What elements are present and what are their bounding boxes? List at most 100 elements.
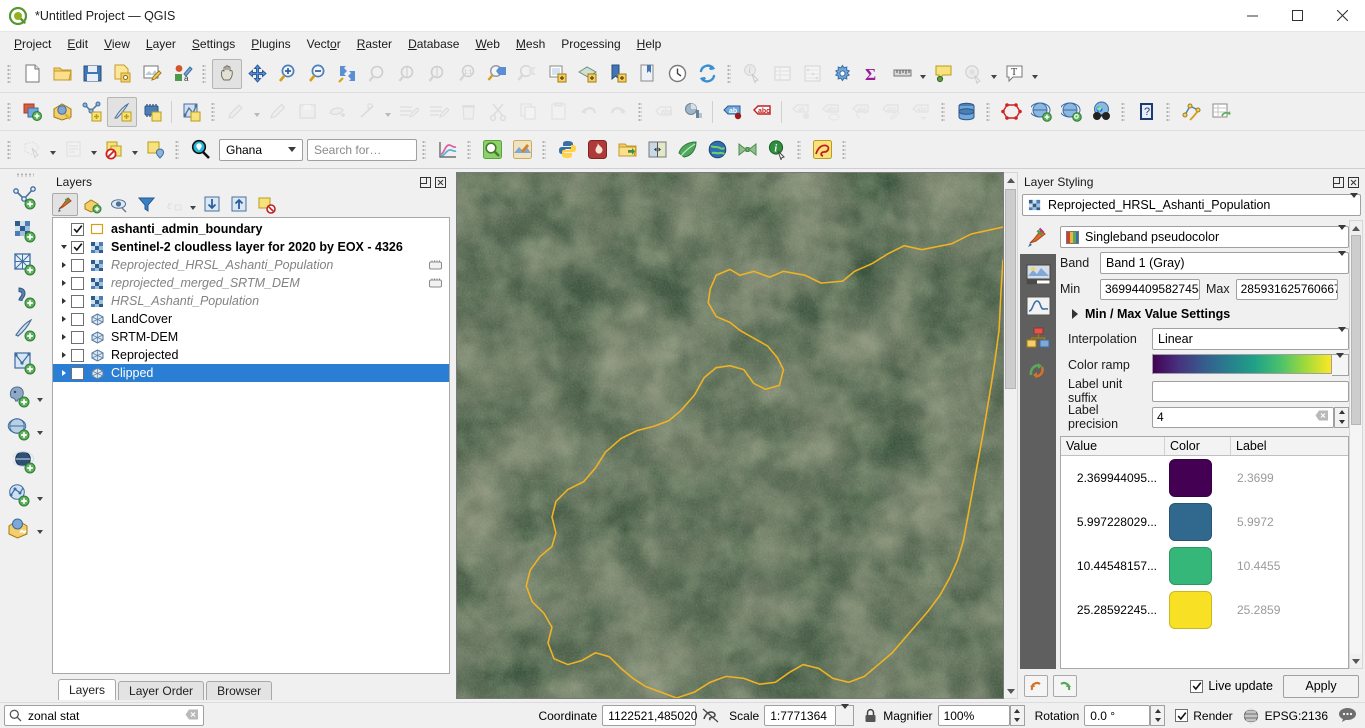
messages-icon[interactable] bbox=[1338, 707, 1357, 725]
live-update-checkbox[interactable] bbox=[1190, 679, 1204, 693]
geometry-checker-icon[interactable] bbox=[996, 97, 1026, 127]
layer-row-reprojected-merged-srtm-dem[interactable]: reprojected_merged_SRTM_DEM bbox=[53, 274, 449, 292]
live-update-checkbox-row[interactable]: Live update bbox=[1190, 679, 1273, 693]
max-input[interactable]: 2859316257606679 bbox=[1235, 278, 1338, 300]
expand-toggle[interactable] bbox=[57, 245, 71, 249]
rotation-stepper[interactable] bbox=[1150, 705, 1166, 726]
zoom-actual-size-icon[interactable]: 1:1 bbox=[452, 59, 482, 89]
add-point-cloud-layer-icon[interactable] bbox=[5, 481, 35, 511]
copy-features-icon[interactable] bbox=[513, 97, 543, 127]
field-calculator-icon[interactable] bbox=[797, 59, 827, 89]
crs-group[interactable]: EPSG:2136 bbox=[1242, 708, 1328, 724]
vertex-tool-icon[interactable] bbox=[352, 97, 382, 127]
color-swatch[interactable] bbox=[1169, 547, 1212, 585]
metasearch-catalog-icon[interactable]: 🌍 bbox=[1086, 97, 1116, 127]
highlight-pinned-labels-icon[interactable]: ab bbox=[717, 97, 747, 127]
move-label-icon[interactable]: abc bbox=[816, 97, 846, 127]
current-edits-chevron-down-icon[interactable] bbox=[251, 97, 262, 127]
renderer-combo[interactable]: Singleband pseudocolor bbox=[1060, 226, 1349, 248]
layer-row-landcover[interactable]: LandCover bbox=[53, 310, 449, 328]
add-delimited-text-layer-icon[interactable] bbox=[10, 283, 40, 313]
save-project-as-icon[interactable] bbox=[107, 59, 137, 89]
toolbar-grip[interactable] bbox=[209, 99, 218, 125]
layer-visibility-checkbox[interactable] bbox=[71, 276, 84, 290]
stepper-up-icon[interactable] bbox=[1335, 408, 1348, 418]
zoom-in-icon[interactable] bbox=[272, 59, 302, 89]
zoom-to-layer-icon[interactable] bbox=[422, 59, 452, 89]
refresh-icon[interactable] bbox=[692, 59, 722, 89]
stepper-up-icon[interactable] bbox=[1151, 706, 1164, 716]
scroll-down-icon[interactable] bbox=[1350, 654, 1362, 668]
add-raster-layer-icon[interactable] bbox=[10, 217, 40, 247]
layer-visibility-checkbox[interactable] bbox=[71, 348, 84, 362]
status-search-input[interactable]: zonal stat bbox=[4, 705, 204, 726]
python-console-icon[interactable] bbox=[552, 135, 582, 165]
show-bookmarks-icon[interactable] bbox=[632, 59, 662, 89]
toolbar-grip[interactable] bbox=[420, 137, 429, 163]
new-geopackage-layer-icon[interactable] bbox=[5, 514, 35, 544]
scale-input[interactable]: 1:7771364 bbox=[764, 705, 837, 726]
render-group[interactable]: Render bbox=[1175, 709, 1233, 723]
search-layers-icon[interactable] bbox=[477, 135, 507, 165]
layer-row-clipped[interactable]: Clipped bbox=[53, 364, 449, 382]
locator-filter-combo[interactable]: Ghana bbox=[219, 138, 303, 161]
expand-toggle[interactable] bbox=[57, 370, 71, 376]
map-tips-icon[interactable] bbox=[928, 59, 958, 89]
open-data-source-manager-icon[interactable] bbox=[47, 97, 77, 127]
metasearch-find-icon[interactable] bbox=[1056, 97, 1086, 127]
menu-project[interactable]: Project bbox=[6, 34, 59, 54]
layer-visibility-checkbox[interactable] bbox=[71, 258, 84, 272]
add-spatialite-layer-icon[interactable] bbox=[10, 316, 40, 346]
min-input[interactable]: 3699440958274542 bbox=[1100, 278, 1200, 300]
zoom-native-icon[interactable] bbox=[362, 59, 392, 89]
clear-icon[interactable] bbox=[185, 709, 199, 723]
undo-icon[interactable] bbox=[1024, 675, 1048, 697]
lock-icon[interactable] bbox=[864, 708, 877, 723]
undock-icon[interactable] bbox=[418, 175, 433, 190]
add-wms-layer-icon[interactable] bbox=[5, 415, 35, 445]
select-chevron-down-icon[interactable] bbox=[47, 135, 58, 165]
save-project-icon[interactable] bbox=[77, 59, 107, 89]
rotation-input[interactable]: 0.0 ° bbox=[1084, 705, 1151, 726]
styling-layer-selector[interactable]: Reprojected_HRSL_Ashanti_Population bbox=[1022, 194, 1361, 216]
scroll-down-icon[interactable] bbox=[1004, 684, 1017, 698]
current-edits-icon[interactable] bbox=[221, 97, 251, 127]
layer-row-reprojected-hrsl-population[interactable]: Reprojected_HRSL_Ashanti_Population bbox=[53, 256, 449, 274]
modify-attributes-icon[interactable] bbox=[393, 97, 423, 127]
table-row[interactable]: 5.997228029... 5.9972 bbox=[1061, 500, 1348, 544]
add-delimited-text-layer-icon[interactable] bbox=[107, 96, 137, 127]
add-group-icon[interactable] bbox=[79, 193, 105, 216]
point-cloud-chevron-down-icon[interactable] bbox=[35, 481, 46, 511]
db-manager-icon[interactable] bbox=[951, 97, 981, 127]
stepper-down-icon[interactable] bbox=[1011, 716, 1024, 726]
render-checkbox[interactable] bbox=[1175, 709, 1189, 722]
refresh-attributes-icon[interactable] bbox=[1206, 97, 1236, 127]
redo-icon[interactable] bbox=[1053, 675, 1077, 697]
magnifier-stepper[interactable] bbox=[1009, 705, 1025, 726]
globe-icon[interactable] bbox=[702, 135, 732, 165]
expand-toggle[interactable] bbox=[57, 316, 71, 322]
minmax-settings-section[interactable]: Min / Max Value Settings bbox=[1060, 302, 1349, 326]
menu-mesh[interactable]: Mesh bbox=[508, 34, 553, 54]
menu-layer[interactable]: Layer bbox=[138, 34, 184, 54]
open-attribute-table-icon[interactable] bbox=[767, 59, 797, 89]
layer-row-reprojected[interactable]: Reprojected bbox=[53, 346, 449, 364]
close-icon[interactable] bbox=[433, 175, 448, 190]
map-vertical-scrollbar[interactable] bbox=[1004, 172, 1018, 699]
save-layer-edits-icon[interactable] bbox=[292, 97, 322, 127]
chevron-down-icon[interactable] bbox=[836, 705, 855, 726]
styling-vertical-scrollbar[interactable] bbox=[1349, 220, 1363, 669]
toolbar-grip[interactable] bbox=[1119, 99, 1128, 125]
symbology-icon[interactable] bbox=[1020, 220, 1056, 254]
maximize-button[interactable] bbox=[1275, 0, 1320, 32]
help-contents-icon[interactable]: ? bbox=[1131, 97, 1161, 127]
open-project-icon[interactable] bbox=[47, 59, 77, 89]
add-vector-layer-icon[interactable] bbox=[10, 184, 40, 214]
pan-map-icon[interactable] bbox=[212, 58, 242, 89]
scroll-up-icon[interactable] bbox=[1004, 173, 1017, 187]
toolbar-grip[interactable] bbox=[540, 137, 549, 163]
scroll-up-icon[interactable] bbox=[1350, 221, 1362, 235]
color-ramp-preview[interactable] bbox=[1152, 354, 1332, 374]
close-button[interactable] bbox=[1320, 0, 1365, 32]
toolbar-grip[interactable] bbox=[795, 137, 804, 163]
